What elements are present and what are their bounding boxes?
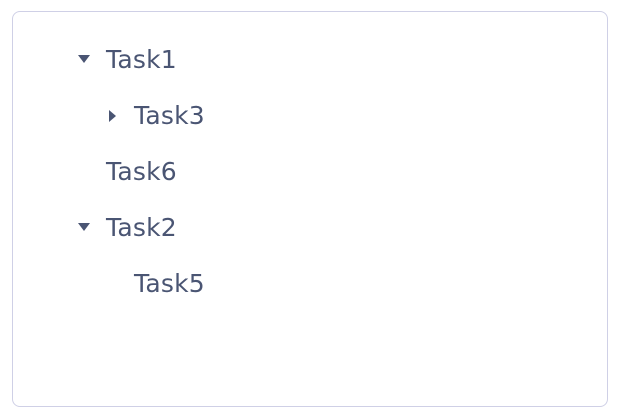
tree-item-task5[interactable]: Task5 — [134, 264, 205, 304]
tree-item-label: Task5 — [134, 269, 205, 298]
tree-item-label: Task3 — [134, 101, 205, 130]
tree-item-task6[interactable]: Task6 — [106, 152, 177, 192]
caret-down-icon[interactable] — [74, 217, 94, 237]
tree-item-label: Task2 — [106, 213, 177, 242]
tree-panel — [12, 11, 608, 407]
tree-item-task2[interactable]: Task2 — [106, 208, 177, 248]
tree-item-task3[interactable]: Task3 — [134, 96, 205, 136]
caret-down-icon[interactable] — [74, 49, 94, 69]
tree-item-label: Task1 — [106, 45, 177, 74]
caret-right-icon[interactable] — [102, 106, 122, 126]
tree-item-task1[interactable]: Task1 — [106, 40, 177, 80]
tree-item-label: Task6 — [106, 157, 177, 186]
